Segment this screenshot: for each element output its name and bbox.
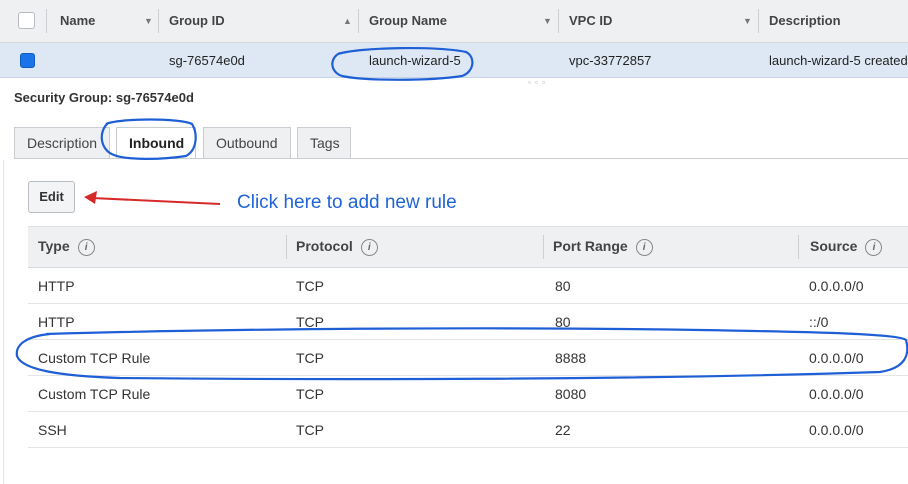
info-icon[interactable]: i (360, 238, 378, 256)
rules-header-protocol-label: Protocol (296, 238, 353, 254)
info-icon[interactable]: i (635, 238, 653, 256)
info-icon[interactable]: i (77, 238, 95, 256)
cell-protocol: TCP (296, 422, 324, 438)
cell-port-range: 8080 (555, 386, 587, 402)
arrow-head-icon (84, 191, 97, 204)
rules-header-port-range-label: Port Range (553, 238, 628, 254)
table-row (28, 412, 908, 448)
cell-type: HTTP (38, 278, 75, 294)
table-row (28, 268, 908, 304)
select-all-checkbox[interactable] (18, 12, 35, 29)
column-header-name[interactable]: Name (60, 0, 95, 42)
cell-vpc-id: vpc-33772857 (569, 53, 652, 68)
annotation-text: Click here to add new rule (237, 192, 457, 213)
cell-source: 0.0.0.0/0 (809, 278, 864, 294)
cell-group-name: launch-wizard-5 (369, 53, 461, 68)
sort-ascending-icon[interactable]: ▲ (343, 0, 352, 42)
column-header-description[interactable]: Description (769, 0, 841, 42)
cell-protocol: TCP (296, 314, 324, 330)
table-row (28, 340, 908, 376)
cell-source: ::/0 (809, 314, 829, 330)
table-row (28, 376, 908, 412)
security-group-title: Security Group: sg-76574e0d (14, 90, 194, 105)
arrow-line (91, 197, 221, 205)
rules-header-protocol: Protocol i (296, 226, 378, 268)
rules-header-source-label: Source (810, 238, 858, 254)
tab-description[interactable]: Description (14, 127, 110, 158)
rules-table-header (28, 226, 908, 268)
sort-descending-icon[interactable]: ▼ (144, 0, 153, 42)
column-separator (558, 9, 559, 33)
sort-descending-icon[interactable]: ▼ (543, 0, 552, 42)
info-icon[interactable]: i (865, 238, 883, 256)
pane-resize-handle[interactable]: ▫ ▫ ▫ (528, 78, 546, 87)
cell-protocol: TCP (296, 386, 324, 402)
cell-port-range: 80 (555, 278, 571, 294)
column-separator (798, 235, 799, 259)
cell-protocol: TCP (296, 278, 324, 294)
edit-button[interactable]: Edit (28, 181, 75, 213)
tab-inbound[interactable]: Inbound (116, 127, 196, 159)
tab-tags[interactable]: Tags (297, 127, 351, 158)
rules-header-source: Source i (810, 226, 883, 268)
cell-protocol: TCP (296, 350, 324, 366)
column-separator (46, 9, 47, 33)
rules-header-type-label: Type (38, 238, 70, 254)
tab-divider (14, 158, 908, 159)
cell-source: 0.0.0.0/0 (809, 422, 864, 438)
cell-type: HTTP (38, 314, 75, 330)
column-header-group-name[interactable]: Group Name (369, 0, 447, 42)
cell-source: 0.0.0.0/0 (809, 350, 864, 366)
sort-descending-icon[interactable]: ▼ (743, 0, 752, 42)
cell-port-range: 22 (555, 422, 571, 438)
cell-port-range: 8888 (555, 350, 587, 366)
column-header-vpc-id[interactable]: VPC ID (569, 0, 612, 42)
column-separator (543, 235, 544, 259)
column-separator (758, 9, 759, 33)
cell-type: Custom TCP Rule (38, 386, 151, 402)
rules-header-port-range: Port Range i (553, 226, 653, 268)
panel-border (3, 160, 4, 484)
row-checkbox-checked[interactable] (20, 53, 35, 68)
column-separator (286, 235, 287, 259)
cell-port-range: 80 (555, 314, 571, 330)
rules-header-type: Type i (38, 226, 95, 268)
cell-description: launch-wizard-5 created (769, 53, 908, 68)
tab-outbound[interactable]: Outbound (203, 127, 291, 158)
column-header-group-id[interactable]: Group ID (169, 0, 225, 42)
column-separator (358, 9, 359, 33)
cell-group-id: sg-76574e0d (169, 53, 245, 68)
column-separator (158, 9, 159, 33)
cell-type: Custom TCP Rule (38, 350, 151, 366)
cell-source: 0.0.0.0/0 (809, 386, 864, 402)
cell-type: SSH (38, 422, 67, 438)
table-row (28, 304, 908, 340)
